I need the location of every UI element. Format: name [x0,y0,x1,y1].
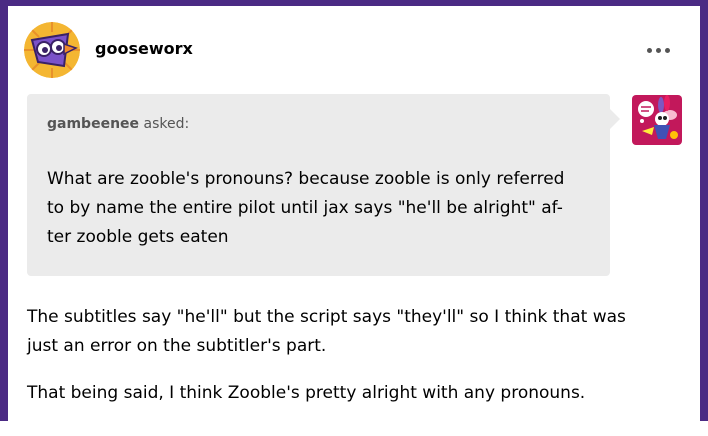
post-card: gooseworx gambeenee asked: What are zoob… [8,6,700,436]
ellipsis-dot [665,48,670,53]
ask-bubble-pointer [610,109,620,129]
answer-paragraph: The subtitles say "he'll" but the script… [27,303,687,361]
ellipsis-dot [656,48,661,53]
answer-paragraph: That being said, I think Zooble's pretty… [27,379,687,408]
answer-line: The subtitles say "he'll" but the script… [27,307,626,327]
page-background-left [0,0,8,421]
answer-line: That being said, I think Zooble's pretty… [27,383,586,403]
blog-avatar[interactable] [24,22,80,78]
purple-goose-avatar-icon [24,22,80,78]
question-line: What are zooble's pronouns? because zoob… [47,169,565,189]
ellipsis-horizontal-icon [647,48,652,53]
answer-line: just an error on the subtitler's part. [27,336,327,356]
asker-line: gambeenee asked: [47,116,189,132]
post-header: gooseworx [8,6,700,86]
question-line: ter zooble gets eaten [47,227,229,247]
ask-bubble: gambeenee asked: What are zooble's prono… [27,94,610,276]
page-background-right [700,0,708,421]
ask-question: What are zooble's pronouns? because zoob… [47,165,599,252]
blog-name-link[interactable]: gooseworx [95,39,193,58]
more-options-button[interactable] [644,38,674,62]
question-line: to by name the entire pilot until jax sa… [47,198,563,218]
asker-avatar[interactable] [632,95,682,145]
pink-character-avatar-icon [632,95,682,145]
asker-name-link[interactable]: gambeenee [47,116,139,132]
asked-label: asked: [143,116,190,132]
